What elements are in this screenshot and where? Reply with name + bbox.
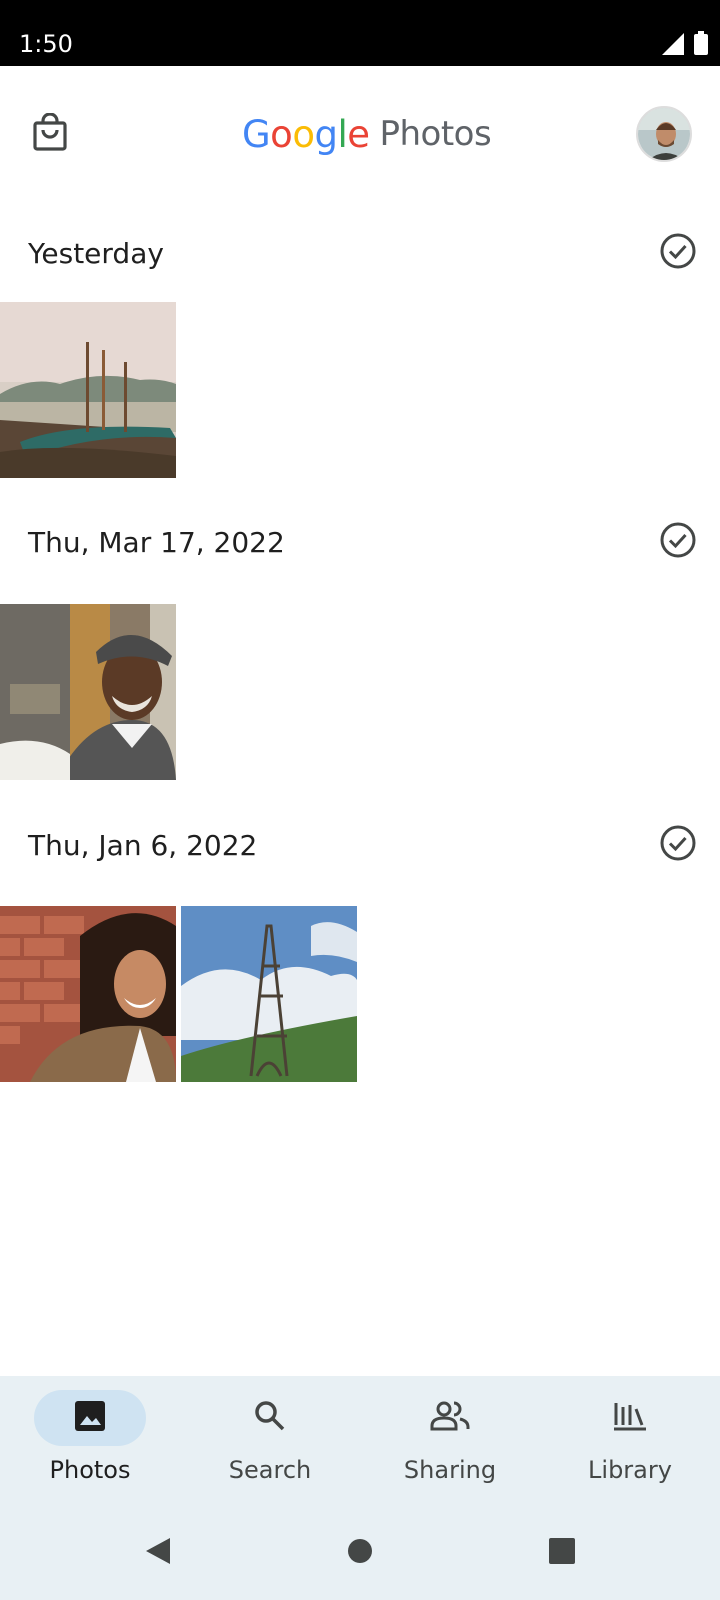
google-photos-logo: Go o g l e Photos — [242, 106, 492, 162]
nav-label: Search — [228, 1456, 312, 1484]
check-circle-icon — [659, 232, 697, 275]
date-section-header: Thu, Mar 17, 2022 — [0, 512, 720, 572]
bottom-navigation: Photos Search Sharing Library — [0, 1376, 720, 1506]
nav-search[interactable]: Search — [180, 1376, 360, 1506]
status-icons — [662, 31, 708, 60]
top-app-bar: Go o g l e Photos — [0, 66, 720, 201]
nav-sharing[interactable]: Sharing — [360, 1376, 540, 1506]
date-section-header: Yesterday — [0, 223, 720, 283]
nav-icon-container — [574, 1390, 686, 1446]
system-navigation-bar — [0, 1506, 720, 1600]
shopping-bag-button[interactable] — [22, 106, 78, 162]
library-icon — [612, 1399, 648, 1438]
section-date-title: Thu, Jan 6, 2022 — [28, 829, 258, 862]
nav-label: Photos — [49, 1456, 131, 1484]
section-date-title: Yesterday — [28, 237, 164, 270]
select-all-button[interactable] — [657, 232, 699, 274]
check-circle-icon — [659, 824, 697, 867]
logo-letter: G — [242, 112, 271, 156]
logo-letter: o — [270, 112, 293, 156]
logo-letter: e — [347, 112, 370, 156]
account-avatar[interactable] — [636, 106, 692, 162]
nav-icon-container — [394, 1390, 506, 1446]
back-triangle-icon — [144, 1536, 172, 1571]
select-all-button[interactable] — [657, 824, 699, 866]
home-circle-icon — [346, 1537, 374, 1570]
nav-active-indicator — [34, 1390, 146, 1446]
search-icon — [253, 1399, 287, 1438]
check-circle-icon — [659, 521, 697, 564]
shopping-bag-icon — [32, 111, 68, 156]
date-section-header: Thu, Jan 6, 2022 — [0, 815, 720, 875]
logo-letter: l — [337, 112, 348, 156]
status-time: 1:50 — [19, 30, 73, 58]
nav-label: Sharing — [403, 1456, 497, 1484]
photo-thumbnail[interactable] — [0, 302, 176, 478]
logo-photos-text: Photos — [379, 114, 492, 154]
recents-square-icon — [548, 1537, 576, 1570]
battery-icon — [694, 31, 708, 60]
home-button[interactable] — [335, 1528, 385, 1578]
photo-thumbnail[interactable] — [181, 906, 357, 1082]
nav-photos[interactable]: Photos — [0, 1376, 180, 1506]
status-bar: 1:50 — [0, 0, 720, 66]
select-all-button[interactable] — [657, 521, 699, 563]
section-date-title: Thu, Mar 17, 2022 — [28, 526, 285, 559]
photo-thumbnail[interactable] — [0, 604, 176, 780]
nav-library[interactable]: Library — [540, 1376, 720, 1506]
signal-icon — [662, 33, 684, 60]
nav-label: Library — [588, 1456, 672, 1484]
logo-letter: o — [292, 112, 315, 156]
photo-thumbnail[interactable] — [0, 906, 176, 1082]
photo-icon — [73, 1399, 107, 1438]
nav-icon-container — [214, 1390, 326, 1446]
people-icon — [430, 1399, 470, 1438]
back-button[interactable] — [133, 1528, 183, 1578]
recents-button[interactable] — [537, 1528, 587, 1578]
logo-letter: g — [314, 112, 338, 156]
